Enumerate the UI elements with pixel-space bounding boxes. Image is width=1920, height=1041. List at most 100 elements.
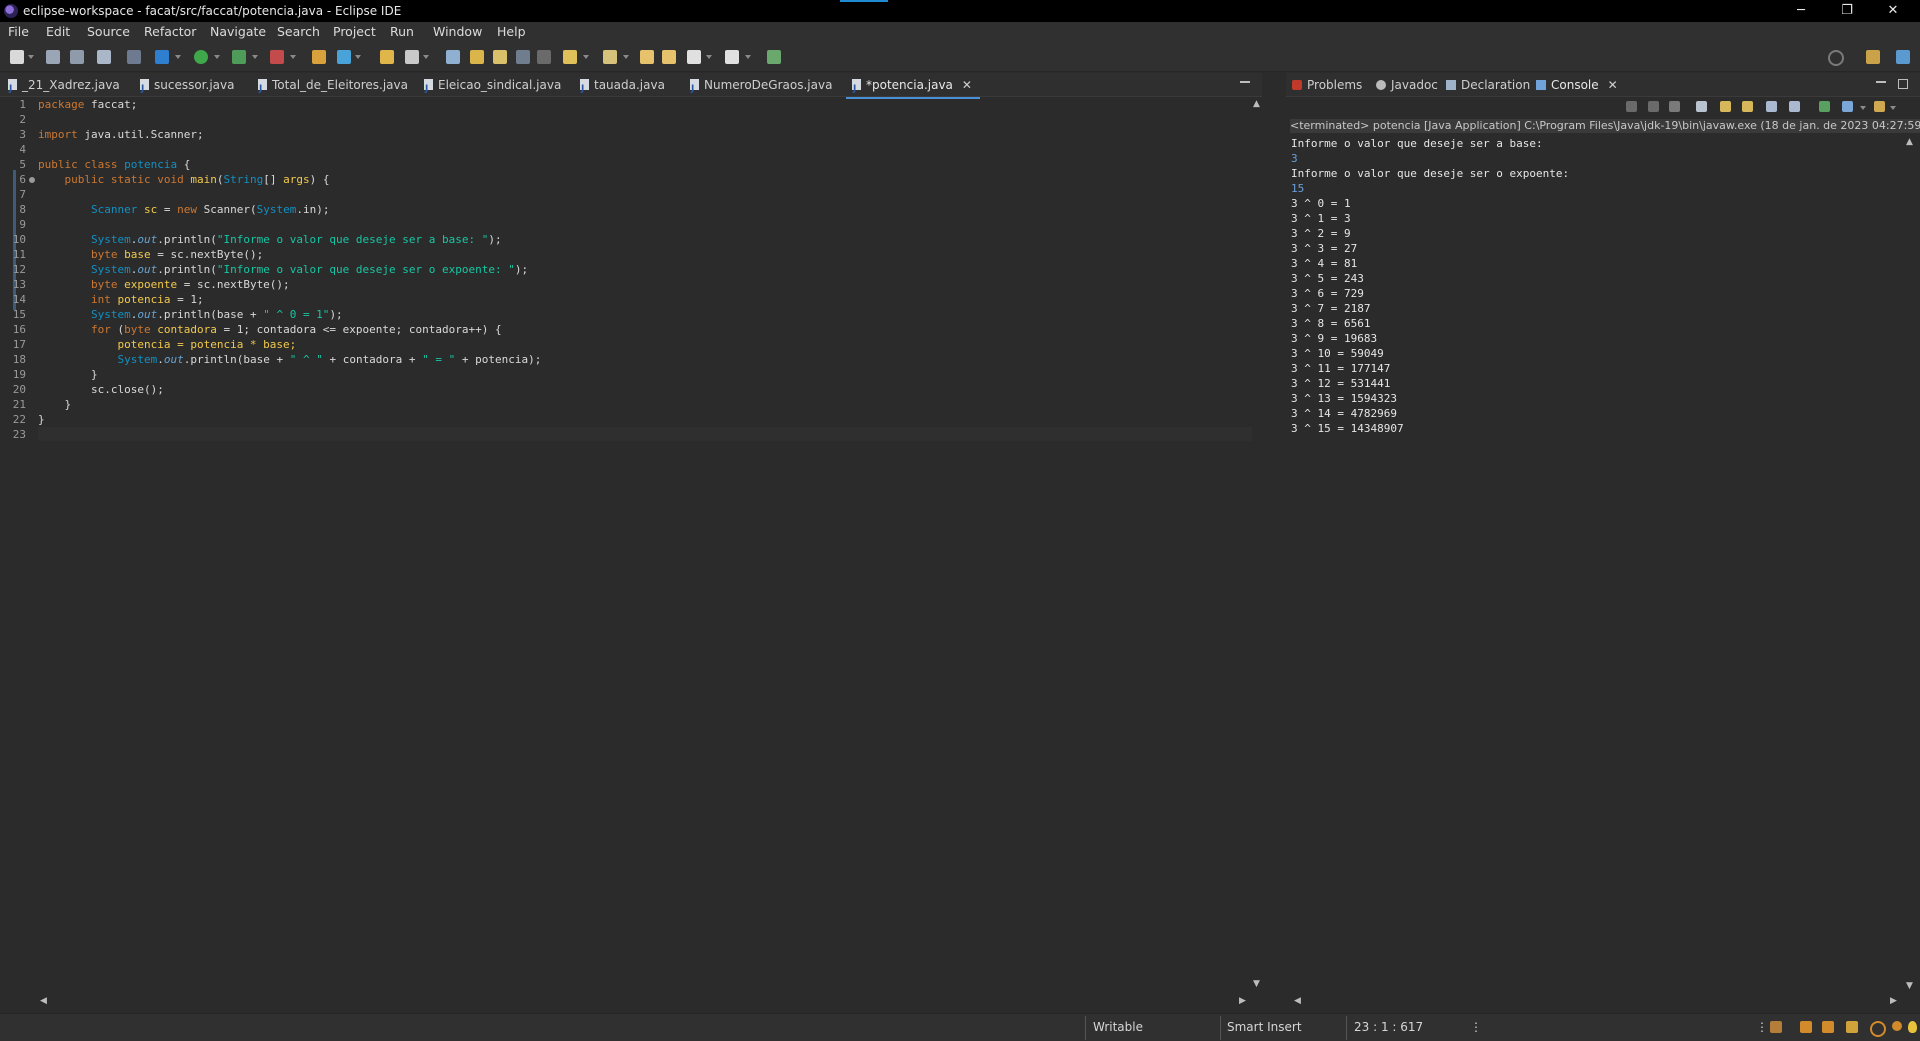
- open-console-icon[interactable]: [1874, 101, 1885, 112]
- tab-sucessor[interactable]: sucessor.java: [140, 73, 234, 101]
- console-output[interactable]: Informe o valor que deseje ser a base: 3…: [1290, 135, 1904, 995]
- back-arrow-icon[interactable]: [687, 50, 701, 64]
- scroll-up-icon[interactable]: ▲: [1906, 137, 1913, 147]
- new-package-icon[interactable]: [337, 50, 351, 64]
- remove-launch-icon[interactable]: [1648, 101, 1659, 112]
- console-vertical-scrollbar[interactable]: ▲ ▼: [1904, 135, 1916, 995]
- scroll-up-icon[interactable]: ▲: [1253, 99, 1260, 109]
- scroll-left-icon[interactable]: ◀: [1294, 996, 1301, 1006]
- close-tab-icon[interactable]: ✕: [962, 78, 972, 92]
- menu-project[interactable]: Project: [333, 24, 376, 39]
- chevron-down-icon[interactable]: [745, 55, 751, 59]
- external-tools-icon[interactable]: [270, 50, 284, 64]
- remove-all-icon[interactable]: [1669, 101, 1680, 112]
- show-whitespace-icon[interactable]: [537, 50, 551, 64]
- editor-horizontal-scrollbar[interactable]: ◀ ▶: [36, 995, 1252, 1009]
- chevron-down-icon[interactable]: [1890, 106, 1896, 110]
- console-horizontal-scrollbar[interactable]: ◀ ▶: [1290, 995, 1904, 1009]
- terminal-icon[interactable]: [97, 50, 111, 64]
- chevron-down-icon[interactable]: [623, 55, 629, 59]
- minimize-button[interactable]: ─: [1778, 0, 1824, 22]
- search-icon[interactable]: [1828, 50, 1844, 66]
- forward-arrow-icon[interactable]: [725, 50, 739, 64]
- scroll-right-icon[interactable]: ▶: [1890, 996, 1897, 1006]
- scroll-left-icon[interactable]: ◀: [40, 996, 47, 1006]
- word-wrap-icon[interactable]: [493, 50, 507, 64]
- terminate-icon[interactable]: [1626, 101, 1637, 112]
- sync-icon[interactable]: [1770, 1021, 1782, 1033]
- display-console-icon[interactable]: [1842, 101, 1853, 112]
- tab-console[interactable]: Console ✕: [1536, 73, 1624, 99]
- maximize-icon[interactable]: [1898, 79, 1908, 89]
- save-all-icon[interactable]: [70, 50, 84, 64]
- scroll-down-icon[interactable]: ▼: [1253, 979, 1260, 989]
- java-perspective-icon[interactable]: [1866, 50, 1880, 64]
- override-marker-icon[interactable]: [29, 177, 35, 183]
- close-tab-icon[interactable]: ✕: [1608, 78, 1618, 92]
- scroll-down-icon[interactable]: ▼: [1906, 981, 1913, 991]
- next-edit-icon[interactable]: [662, 50, 676, 64]
- menu-edit[interactable]: Edit: [46, 24, 70, 39]
- chevron-down-icon[interactable]: [175, 55, 181, 59]
- search-tool-icon[interactable]: [405, 50, 419, 64]
- target-icon[interactable]: [1870, 1021, 1886, 1037]
- insert-mode-status[interactable]: Smart Insert: [1227, 1020, 1302, 1034]
- menu-navigate[interactable]: Navigate: [210, 24, 266, 39]
- new-java-project-icon[interactable]: [312, 50, 326, 64]
- annotation-icon[interactable]: [470, 50, 484, 64]
- word-wrap-icon[interactable]: [1742, 101, 1753, 112]
- open-perspective-icon[interactable]: [767, 50, 781, 64]
- last-edit-location-icon[interactable]: [640, 50, 654, 64]
- chevron-down-icon[interactable]: [290, 55, 296, 59]
- chevron-down-icon[interactable]: [423, 55, 429, 59]
- minimize-icon[interactable]: [1240, 81, 1250, 83]
- chevron-down-icon[interactable]: [583, 55, 589, 59]
- pen-icon[interactable]: [1846, 1021, 1858, 1033]
- debug-perspective-icon[interactable]: [1896, 50, 1910, 64]
- cursor-position[interactable]: 23 : 1 : 617: [1354, 1020, 1423, 1034]
- editor-vertical-scrollbar[interactable]: ▲ ▼: [1252, 97, 1262, 993]
- menu-refactor[interactable]: Refactor: [144, 24, 196, 39]
- menu-file[interactable]: File: [8, 24, 29, 39]
- chevron-down-icon[interactable]: [214, 55, 220, 59]
- restore-button[interactable]: ❐: [1824, 0, 1870, 22]
- chevron-down-icon[interactable]: [252, 55, 258, 59]
- tab-numero-de-graos[interactable]: NumeroDeGraos.java: [690, 73, 832, 101]
- debug-icon[interactable]: [155, 50, 169, 64]
- chevron-down-icon[interactable]: [355, 55, 361, 59]
- book-icon[interactable]: [1800, 1021, 1812, 1033]
- tab-problems[interactable]: Problems: [1292, 73, 1362, 97]
- minimize-icon[interactable]: [1876, 81, 1886, 83]
- chevron-down-icon[interactable]: [706, 55, 712, 59]
- menu-source[interactable]: Source: [87, 24, 130, 39]
- pane-divider[interactable]: [1262, 73, 1286, 1013]
- clear-console-icon[interactable]: [1696, 101, 1707, 112]
- tab-tauada[interactable]: tauada.java: [580, 73, 665, 101]
- run-icon[interactable]: [194, 50, 208, 64]
- pin-console-icon[interactable]: [1819, 101, 1830, 112]
- more-options-icon[interactable]: ⋮: [1756, 1020, 1768, 1034]
- menu-search[interactable]: Search: [277, 24, 320, 39]
- skip-breakpoints-icon[interactable]: [127, 50, 141, 64]
- more-options-icon[interactable]: ⋮: [1470, 1020, 1482, 1034]
- coverage-icon[interactable]: [232, 50, 246, 64]
- tab-xadrez[interactable]: _21_Xadrez.java: [8, 73, 120, 101]
- scroll-lock-icon[interactable]: [1720, 101, 1731, 112]
- menu-run[interactable]: Run: [390, 24, 414, 39]
- tab-declaration[interactable]: Declaration: [1446, 73, 1530, 97]
- menu-help[interactable]: Help: [497, 24, 526, 39]
- tutorial-icon[interactable]: [1822, 1021, 1834, 1033]
- tab-javadoc[interactable]: Javadoc: [1376, 73, 1438, 97]
- close-window-button[interactable]: ✕: [1870, 0, 1916, 22]
- new-file-icon[interactable]: [10, 50, 24, 64]
- settings-icon[interactable]: [1892, 1021, 1902, 1031]
- toggle-mark-icon[interactable]: [446, 50, 460, 64]
- chevron-down-icon[interactable]: [28, 55, 34, 59]
- show-on-output-icon[interactable]: [1766, 101, 1777, 112]
- tab-total-de-eleitores[interactable]: Total_de_Eleitores.java: [258, 73, 408, 101]
- save-icon[interactable]: [46, 50, 60, 64]
- tab-potencia[interactable]: *potencia.java ✕: [846, 73, 980, 101]
- lightbulb-icon[interactable]: [1908, 1021, 1917, 1033]
- next-annotation-icon[interactable]: [563, 50, 577, 64]
- chevron-down-icon[interactable]: [1860, 106, 1866, 110]
